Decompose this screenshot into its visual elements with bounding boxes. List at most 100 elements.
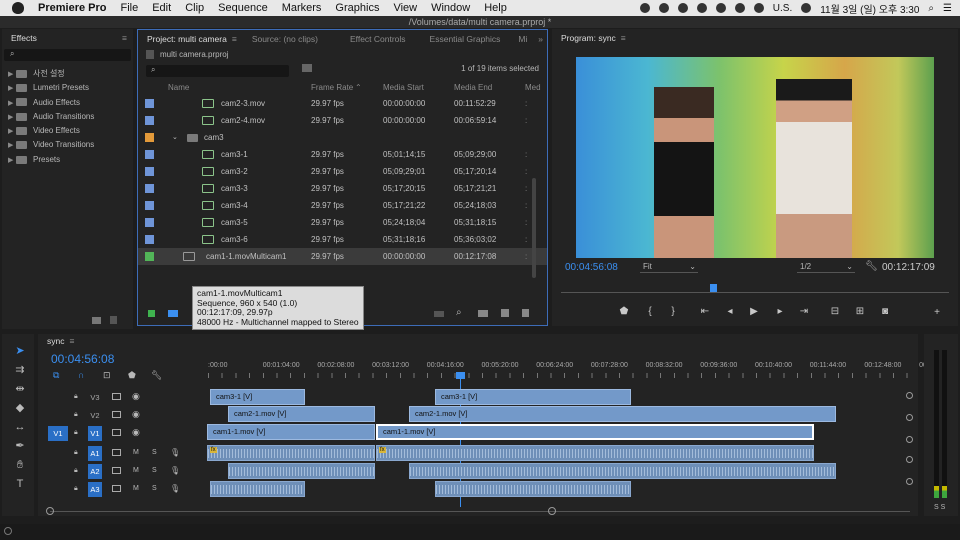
tree-item[interactable]: ▶ Lumetri Presets (2, 81, 133, 95)
label-color-swatch[interactable] (145, 99, 154, 108)
tree-item[interactable]: ▶ Presets (2, 153, 133, 167)
tree-item[interactable]: ▶ Video Transitions (2, 138, 133, 152)
nest-toggle-icon[interactable]: ⧉ (53, 370, 59, 381)
label-color-swatch[interactable] (145, 184, 154, 193)
audio-clip[interactable]: fx (376, 445, 814, 461)
add-marker-icon[interactable]: ⬟ (128, 370, 136, 381)
tab-timeline-sync[interactable]: sync (38, 336, 73, 346)
timeline-clip[interactable]: cam3-1 [V] (435, 389, 631, 405)
track-label-a1[interactable]: A1 (88, 446, 102, 461)
chevron-right-icon[interactable]: ▶ (2, 125, 16, 139)
mute-button[interactable]: M (133, 467, 139, 474)
table-row[interactable]: cam2-3.mov 29.97 fps 00:00:00:00 00:11:52:2… (138, 95, 547, 112)
apple-icon[interactable] (12, 2, 24, 14)
type-tool-icon[interactable]: T (11, 477, 29, 491)
lift-icon[interactable]: ⊟ (827, 306, 843, 317)
track-scroll-handle[interactable] (906, 478, 913, 485)
table-row[interactable]: cam3-2 29.97 fps 05;09;29;01 05;17;20;14: (138, 163, 547, 180)
table-row[interactable]: cam1-1.movMulticam1 29.97 fps 00:00:00:00 0… (138, 248, 547, 265)
lock-icon[interactable] (148, 310, 155, 317)
chevron-right-icon[interactable]: ▶ (2, 111, 16, 125)
more-tabs-icon[interactable]: » (538, 34, 547, 44)
lock-icon[interactable]: 🔒︎ (74, 393, 78, 401)
selection-tool-icon[interactable]: ➤ (11, 344, 29, 358)
horizontal-zoom-bar[interactable] (50, 511, 910, 512)
status-icon[interactable] (4, 527, 12, 535)
extract-icon[interactable]: ⊞ (852, 306, 868, 317)
add-button-icon[interactable]: + (929, 307, 945, 318)
wrench-icon[interactable]: 🔧︎ (865, 261, 878, 272)
chevron-right-icon[interactable]: ▶ (2, 82, 16, 96)
tree-item[interactable]: ▶ Audio Transitions (2, 110, 133, 124)
chevron-right-icon[interactable]: ▶ (2, 68, 16, 82)
menu-clip[interactable]: Clip (185, 2, 204, 14)
trash-icon[interactable] (522, 309, 529, 317)
panel-menu-icon[interactable]: ≡ (621, 33, 626, 43)
solo-buttons[interactable]: S S (934, 504, 945, 511)
table-row[interactable]: cam3-1 29.97 fps 05;01;14;15 05;09;29;00: (138, 146, 547, 163)
pen-tool-icon[interactable]: ✒ (11, 439, 29, 453)
menu-edit[interactable]: Edit (152, 2, 171, 14)
slip-tool-icon[interactable]: ↔ (11, 420, 29, 434)
col-frame-rate[interactable]: Frame Rate (311, 81, 353, 95)
track-scroll-handle[interactable] (906, 456, 913, 463)
mark-in-icon[interactable]: { (642, 306, 658, 317)
track-scroll-handle[interactable] (906, 436, 913, 443)
label-color-swatch[interactable] (145, 150, 154, 159)
lock-icon[interactable]: 🔒︎ (74, 467, 78, 475)
track-scroll-handle[interactable] (906, 414, 913, 421)
tab-source[interactable]: Source: (no clips) (243, 34, 327, 44)
timeline-clip[interactable]: cam2-1.mov [V] (228, 406, 375, 422)
ripple-edit-tool-icon[interactable]: ⇹ (11, 382, 29, 396)
spotlight-icon[interactable]: ⌕ (928, 3, 934, 14)
eye-icon[interactable]: ◉ (132, 409, 140, 420)
panel-menu-icon[interactable]: ≡ (69, 336, 74, 346)
eye-icon[interactable]: ◉ (132, 391, 140, 402)
solo-button[interactable]: S (152, 485, 157, 492)
film-icon[interactable] (112, 485, 121, 492)
list-view-icon[interactable] (168, 310, 178, 317)
timeline-clip[interactable]: cam1-1.mov [V] (207, 424, 375, 440)
col-media-more[interactable]: Med (525, 81, 541, 95)
menu-graphics[interactable]: Graphics (335, 2, 379, 14)
step-forward-icon[interactable]: ▸ (772, 306, 788, 317)
timeline-clip[interactable]: cam2-1.mov [V] (409, 406, 836, 422)
wifi-icon[interactable] (734, 3, 745, 13)
label-color-swatch[interactable] (145, 167, 154, 176)
chevron-right-icon[interactable]: ▶ (2, 139, 16, 153)
find-icon[interactable]: ⌕ (456, 307, 462, 318)
cast-icon[interactable] (677, 3, 688, 13)
new-item-icon[interactable] (501, 309, 509, 317)
label-color-swatch[interactable] (145, 116, 154, 125)
project-scrollbar[interactable] (532, 178, 536, 278)
audio-clip[interactable] (409, 463, 836, 479)
new-bin-icon[interactable] (478, 310, 488, 317)
go-to-in-icon[interactable]: ⇤ (697, 306, 713, 317)
film-icon[interactable] (112, 467, 121, 474)
tab-program[interactable]: Program: sync (552, 33, 625, 43)
freeform-view-icon[interactable] (434, 311, 444, 317)
export-frame-icon[interactable]: ◙ (877, 306, 893, 317)
tree-item[interactable]: ▶ Audio Effects (2, 96, 133, 110)
track-scroll-handle[interactable] (906, 392, 913, 399)
program-timecode[interactable]: 00:04:56:08 (565, 262, 618, 273)
chevron-right-icon[interactable]: ▶ (2, 154, 16, 168)
chevron-down-icon[interactable]: ⌄ (172, 129, 178, 146)
label-color-swatch[interactable] (145, 252, 154, 261)
eye-icon[interactable]: ◉ (132, 427, 140, 438)
menu-app-name[interactable]: Premiere Pro (38, 2, 106, 14)
col-media-start[interactable]: Media Start (383, 81, 424, 95)
playhead-marker[interactable] (710, 284, 717, 292)
menu-file[interactable]: File (120, 2, 138, 14)
tab-project[interactable]: Project: multi camera (138, 34, 236, 44)
lock-icon[interactable]: 🔒︎ (74, 485, 78, 493)
resolution-dropdown[interactable]: 1/2 ⌄ (797, 262, 855, 273)
control-center-icon[interactable]: ☰ (943, 3, 952, 14)
col-name[interactable]: Name (168, 81, 189, 95)
tree-item[interactable]: ▶ Video Effects (2, 124, 133, 138)
razor-tool-icon[interactable]: ◆ (11, 401, 29, 415)
play-icon[interactable]: ▶ (746, 306, 762, 317)
new-folder-icon[interactable] (92, 317, 101, 324)
audio-clip[interactable] (435, 481, 631, 497)
menu-sequence[interactable]: Sequence (218, 2, 268, 14)
